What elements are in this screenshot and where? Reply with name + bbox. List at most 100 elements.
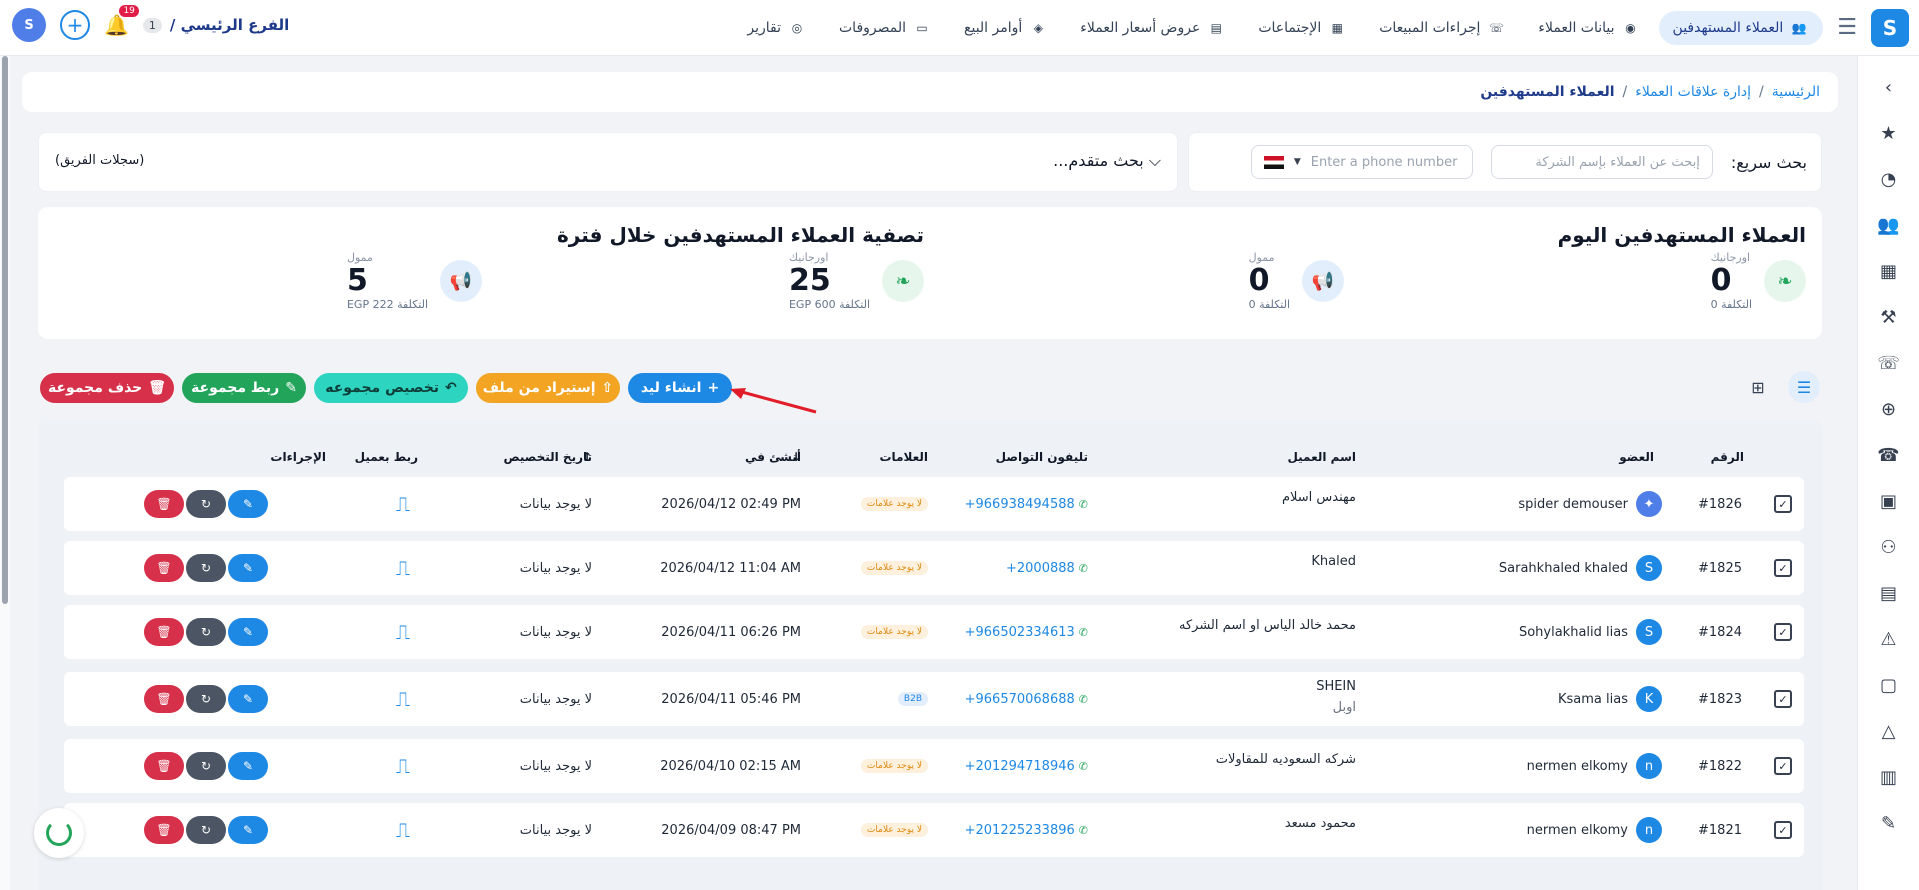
sort-down-icon[interactable]: ↓ <box>791 450 801 464</box>
refresh-row-button[interactable]: ↻ <box>186 685 226 713</box>
row-checkbox[interactable]: ✓ <box>1774 757 1792 775</box>
company-search-input[interactable]: إبحث عن العملاء بإسم الشركة <box>1490 145 1713 179</box>
delete-row-button[interactable]: 🗑 <box>144 554 184 582</box>
assign-group-button[interactable]: ↶ تخصيص مجموعه <box>314 373 468 403</box>
phone-search-input[interactable]: ▼ Enter a phone number <box>1250 145 1473 179</box>
link-group-button[interactable]: ✎ ربط مجموعة <box>182 373 306 403</box>
header-tags[interactable]: العلامات <box>880 450 929 464</box>
team-records-label[interactable]: (سجلات الفريق) <box>55 153 144 168</box>
row-checkbox[interactable]: ✓ <box>1774 495 1792 513</box>
link-client-icon[interactable]: ⎍ <box>396 492 410 516</box>
delete-row-button[interactable]: 🗑 <box>144 490 184 518</box>
phone-link[interactable]: +966938494588 <box>965 497 1075 512</box>
invoice-icon[interactable]: ▥ <box>1876 764 1902 790</box>
nav-item-3[interactable]: ▦ الإجتماعات <box>1244 11 1361 45</box>
card-settings-icon[interactable]: ▣ <box>1876 488 1902 514</box>
team-icon[interactable]: ⚇ <box>1876 534 1902 560</box>
row-checkbox[interactable]: ✓ <box>1774 821 1792 839</box>
phone-link[interactable]: +2000888 <box>1006 561 1075 576</box>
row-checkbox[interactable]: ✓ <box>1774 690 1792 708</box>
nav-item-5[interactable]: ◈ أوامر البيع <box>950 11 1062 45</box>
nav-item-4[interactable]: ▤ عروض أسعار العملاء <box>1066 11 1240 45</box>
phone-link[interactable]: +966502334613 <box>965 625 1075 640</box>
link-client-icon[interactable]: ⎍ <box>396 556 410 580</box>
table-row[interactable]: ✓ #1824 S Sohylakhalid lias محمد خالد الي… <box>64 605 1804 659</box>
link-client-icon[interactable]: ⎍ <box>396 620 410 644</box>
warning-icon[interactable]: ⚠ <box>1876 626 1902 652</box>
create-lead-button[interactable]: + انشاء ليد <box>628 373 732 403</box>
notifications-bell-icon[interactable]: 🔔 19 <box>104 5 139 37</box>
whatsapp-icon[interactable]: ✆ <box>1079 498 1088 511</box>
telephone-icon[interactable]: ☎ <box>1876 442 1902 468</box>
crosshair-icon[interactable]: ⊕ <box>1876 396 1902 422</box>
edit-row-button[interactable]: ✎ <box>228 554 268 582</box>
edit-row-button[interactable]: ✎ <box>228 490 268 518</box>
edit-row-button[interactable]: ✎ <box>228 618 268 646</box>
row-checkbox[interactable]: ✓ <box>1774 623 1792 641</box>
header-client[interactable]: اسم العميل <box>1287 450 1356 464</box>
whatsapp-icon[interactable]: ✆ <box>1079 626 1088 639</box>
delete-row-button[interactable]: 🗑 <box>144 816 184 844</box>
collapse-chevron-icon[interactable]: ‹ <box>1876 74 1902 100</box>
nav-item-2[interactable]: ☏ إجراءات المبيعات <box>1365 11 1520 45</box>
whatsapp-icon[interactable]: ✆ <box>1079 562 1088 575</box>
delete-row-button[interactable]: 🗑 <box>144 685 184 713</box>
nav-item-0[interactable]: 👥 العملاء المستهدفين <box>1658 10 1824 45</box>
phone-link[interactable]: +966570068688 <box>965 692 1075 707</box>
page-scrollbar[interactable] <box>0 56 10 890</box>
users-icon[interactable]: 👥 <box>1876 212 1902 238</box>
table-row[interactable]: ✓ #1823 K Ksama lias SHEIN اوبل +966570068… <box>64 672 1804 726</box>
advanced-search-toggle[interactable]: ⌵ بحث متقدم... <box>1053 151 1161 171</box>
app-logo[interactable]: S <box>1871 8 1909 47</box>
whatsapp-icon[interactable]: ✆ <box>1079 824 1088 837</box>
refresh-row-button[interactable]: ↻ <box>186 816 226 844</box>
header-phone[interactable]: تليفون التواصل <box>996 450 1088 464</box>
refresh-row-button[interactable]: ↻ <box>186 618 226 646</box>
company-logo-icon[interactable]: S <box>12 8 46 42</box>
table-row[interactable]: ✓ #1822 n nermen elkomy شركه السعوديه للم… <box>64 739 1804 793</box>
phone-link[interactable]: +201294718946 <box>965 759 1075 774</box>
branch-selector[interactable]: الفرع الرئيسي / 1 <box>142 16 289 34</box>
phone-link[interactable]: +201225233896 <box>965 823 1075 838</box>
delete-group-button[interactable]: 🗑 حذف مجموعة <box>40 373 174 403</box>
link-client-icon[interactable]: ⎍ <box>396 754 410 778</box>
hamburger-menu-icon[interactable]: ☰ <box>1837 15 1857 40</box>
sort-up-icon[interactable]: ↑ <box>582 450 592 464</box>
delete-row-button[interactable]: 🗑 <box>144 752 184 780</box>
edit-row-button[interactable]: ✎ <box>228 816 268 844</box>
breadcrumb-home-link[interactable]: الرئيسية <box>1772 84 1820 100</box>
tools-icon[interactable]: ⚒ <box>1876 304 1902 330</box>
refresh-row-button[interactable]: ↻ <box>186 490 226 518</box>
import-file-button[interactable]: ⇧ إستيراد من ملف <box>476 373 620 403</box>
egypt-flag-icon[interactable] <box>1263 155 1284 169</box>
refresh-row-button[interactable]: ↻ <box>186 752 226 780</box>
scrollbar-thumb[interactable] <box>2 56 8 604</box>
whatsapp-icon[interactable]: ✆ <box>1079 693 1088 706</box>
refresh-row-button[interactable]: ↻ <box>186 554 226 582</box>
delete-row-button[interactable]: 🗑 <box>144 618 184 646</box>
link-client-icon[interactable]: ⎍ <box>396 687 410 711</box>
building-icon[interactable]: ▦ <box>1876 258 1902 284</box>
edit-row-button[interactable]: ✎ <box>228 685 268 713</box>
pen-icon[interactable]: ✎ <box>1876 810 1902 836</box>
header-member[interactable]: العضو <box>1619 450 1654 464</box>
table-row[interactable]: ✓ #1825 S Sarahkhaled khaled Khaled +2000… <box>64 541 1804 595</box>
phone-call-icon[interactable]: ☏ <box>1876 350 1902 376</box>
star-icon[interactable]: ★ <box>1876 120 1902 146</box>
breadcrumb-section-link[interactable]: إدارة علاقات العملاء <box>1635 84 1751 100</box>
cash-icon[interactable]: ▤ <box>1876 580 1902 606</box>
nav-item-1[interactable]: ◉ بيانات العملاء <box>1524 11 1654 45</box>
row-checkbox[interactable]: ✓ <box>1774 559 1792 577</box>
list-view-toggle-icon[interactable]: ☰ <box>1788 371 1820 403</box>
chevron-down-icon[interactable]: ▼ <box>1294 157 1301 167</box>
grid-view-toggle-icon[interactable]: ⊞ <box>1742 371 1774 403</box>
table-row[interactable]: ✓ #1821 n nermen elkomy محمود مسعد +20122… <box>64 803 1804 857</box>
table-row[interactable]: ✓ #1826 ✦ spider demouser مهندس اسلام +96… <box>64 477 1804 531</box>
whatsapp-icon[interactable]: ✆ <box>1079 760 1088 773</box>
dashboard-gauge-icon[interactable]: ◔ <box>1876 166 1902 192</box>
edit-row-button[interactable]: ✎ <box>228 752 268 780</box>
nav-item-7[interactable]: ◎ تقارير <box>733 11 821 45</box>
terrain-icon[interactable]: △ <box>1876 718 1902 744</box>
link-client-icon[interactable]: ⎍ <box>396 818 410 842</box>
quick-add-button[interactable]: + <box>60 10 90 40</box>
